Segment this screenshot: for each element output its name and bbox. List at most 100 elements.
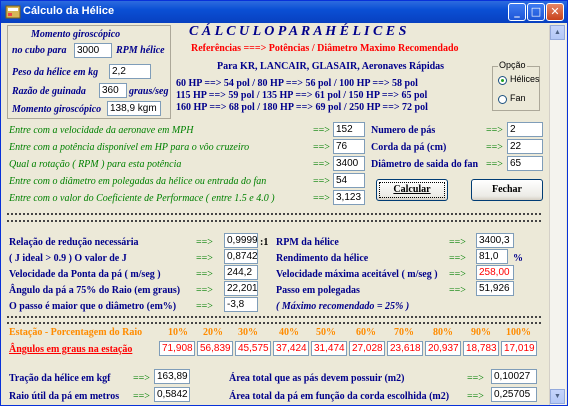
tip-label: Velocidade da Ponta da pá ( m/seg ) <box>9 269 161 280</box>
area2-arrow: ==> <box>467 391 484 402</box>
fan-diameter-arrow: ==> <box>486 159 503 170</box>
hub-rpm-field[interactable]: 3000 <box>74 43 112 58</box>
chord-field[interactable]: 22 <box>507 139 543 154</box>
j-arrow: ==> <box>196 253 213 264</box>
station-angle: 56,839 <box>197 341 233 356</box>
moment-label: Momento giroscópico <box>12 104 102 115</box>
radius-label: Raio útil da pá em metros <box>9 391 120 402</box>
angle-field: 22,201 <box>224 281 258 296</box>
angle-label: Ângulo da pá a 75% do Raio (em graus) <box>9 285 181 296</box>
chord-label: Corda da pá (cm) <box>371 142 447 153</box>
maximize-button[interactable]: □ <box>527 3 545 21</box>
reference-row-1: 60 HP ==> 54 pol / 80 HP ==> 56 pol / 10… <box>176 78 418 89</box>
station-angle: 71,908 <box>159 341 195 356</box>
traction-label: Tração da hélice em kgf <box>9 373 111 384</box>
title-bar[interactable]: Cálculo da Hélice _ □ ✕ <box>1 1 567 23</box>
blades-label: Numero de pás <box>371 125 436 136</box>
reduction-unit: :1 <box>260 237 269 248</box>
vertical-scrollbar[interactable]: ▲ ▼ <box>549 25 566 405</box>
page-title: C Á L C U L O P A R A H É L I C E S <box>189 24 407 39</box>
station-angle: 20,937 <box>425 341 461 356</box>
traction-field: 163,89 <box>154 369 190 384</box>
separator-2 <box>7 220 541 222</box>
fan-radio[interactable] <box>498 95 507 104</box>
pitch-arrow: ==> <box>449 285 466 296</box>
prop-rpm-arrow: ==> <box>449 237 466 248</box>
fan-diameter-field[interactable]: 65 <box>507 156 543 171</box>
close-label: Fechar <box>492 184 522 195</box>
tip-arrow: ==> <box>196 269 213 280</box>
close-button[interactable]: Fechar <box>471 179 543 201</box>
diameter-label: Entre com o diâmetro em polegadas da hél… <box>9 176 267 187</box>
blades-field[interactable]: 2 <box>507 122 543 137</box>
station-pct: 40% <box>279 327 299 338</box>
reduction-label: Relação de redução necessária <box>9 237 139 248</box>
station-pct: 10% <box>168 327 188 338</box>
calculate-button[interactable]: Calcular <box>376 179 448 201</box>
coef-field[interactable]: 3,123 <box>333 190 365 205</box>
helices-label[interactable]: Hélices <box>510 74 540 84</box>
prop-rpm-field: 3400,3 <box>476 233 514 248</box>
window-title: Cálculo da Hélice <box>23 5 115 17</box>
efficiency-label: Rendimento da hélice <box>276 253 369 264</box>
station-pct: 80% <box>433 327 453 338</box>
prop-rpm-label: RPM da hélice <box>276 237 339 248</box>
angles-label: Ângulos em graus na estação <box>9 344 133 355</box>
calculate-label: Calcular <box>393 184 431 195</box>
pitch-label: Passo em polegadas <box>276 285 360 296</box>
diameter-field[interactable]: 54 <box>333 173 365 188</box>
scroll-down-arrow-icon[interactable]: ▼ <box>550 389 565 404</box>
area-field: 0,10027 <box>491 369 537 384</box>
scroll-up-arrow-icon[interactable]: ▲ <box>550 25 565 40</box>
yaw-field[interactable]: 360 <box>99 83 127 98</box>
radius-field: 0,5842 <box>154 387 190 402</box>
rpm-arrow: ==> <box>313 159 330 170</box>
area-label: Área total que as pás devem possuir (m2) <box>229 373 405 384</box>
minimize-button[interactable]: _ <box>508 3 526 21</box>
j-label: ( J ideal > 0.9 ) O valor de J <box>9 253 127 264</box>
option-title: Opção <box>498 60 527 70</box>
station-pct: 100% <box>506 327 531 338</box>
fan-label[interactable]: Fan <box>510 93 526 103</box>
recommend-note: ( Máximo recomendado = 25% ) <box>276 301 410 312</box>
coef-label: Entre com o valor do Coeficiente de Perf… <box>9 193 275 204</box>
blades-arrow: ==> <box>486 125 503 136</box>
weight-field[interactable]: 2,2 <box>109 64 151 79</box>
station-angle: 27,028 <box>349 341 385 356</box>
close-window-button[interactable]: ✕ <box>546 3 564 21</box>
efficiency-unit: % <box>513 253 523 264</box>
station-pct: 90% <box>471 327 491 338</box>
area2-field: 0,25705 <box>491 387 537 402</box>
area-arrow: ==> <box>467 373 484 384</box>
option-group <box>492 66 540 111</box>
station-pct: 60% <box>356 327 376 338</box>
reduction-field: 0,9999 <box>224 233 258 248</box>
pitch-compare-label: O passo é maior que o diâmetro (em%) <box>9 301 177 312</box>
station-pct: 20% <box>203 327 223 338</box>
separator-1 <box>7 213 541 215</box>
gyro-title: Momento giroscópico <box>31 29 121 40</box>
separator-4 <box>7 322 541 324</box>
yaw-label: Razão de guinada <box>12 86 86 97</box>
station-header-label: Estação - Porcentagem do Raio <box>9 327 143 338</box>
power-field[interactable]: 76 <box>333 139 365 154</box>
helices-radio[interactable] <box>498 76 507 85</box>
station-angle: 31,474 <box>311 341 347 356</box>
reduction-arrow: ==> <box>196 237 213 248</box>
pitch-compare-arrow: ==> <box>196 301 213 312</box>
station-angle: 18,783 <box>463 341 499 356</box>
station-pct: 50% <box>316 327 336 338</box>
hub-unit: RPM hélice <box>116 45 165 56</box>
station-pct: 30% <box>238 327 258 338</box>
rpm-field[interactable]: 3400 <box>333 156 365 171</box>
max-velocity-arrow: ==> <box>449 269 466 280</box>
station-angle: 17,019 <box>501 341 537 356</box>
velocity-field[interactable]: 152 <box>333 122 365 137</box>
max-velocity-field: 258,00 <box>476 265 514 280</box>
main-window: Cálculo da Hélice _ □ ✕ Momento giroscóp… <box>0 0 568 406</box>
station-angle: 37,424 <box>273 341 309 356</box>
velocity-arrow: ==> <box>313 125 330 136</box>
hub-label: no cubo para <box>12 45 67 56</box>
tip-field: 244,2 <box>224 265 258 280</box>
velocity-label: Entre com a velocidade da aeronave em MP… <box>9 125 194 136</box>
